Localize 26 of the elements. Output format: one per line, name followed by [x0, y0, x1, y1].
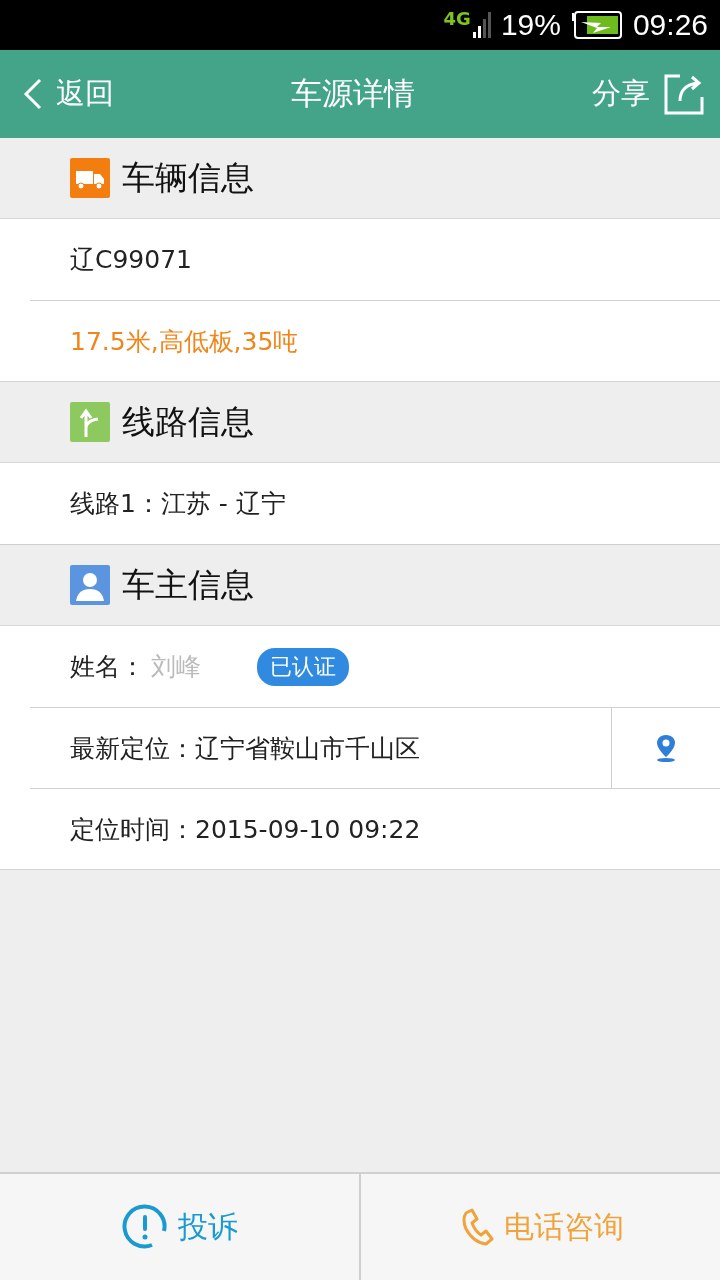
share-icon [664, 73, 704, 115]
exclamation-icon [121, 1204, 168, 1250]
truck-icon [70, 158, 110, 198]
info-text: 定位时间：2015-09-10 09:22 [70, 813, 421, 846]
clock: 09:26 [632, 8, 708, 42]
section-title: 车主信息 [122, 563, 254, 606]
route-icon [70, 402, 110, 442]
info-text: 线路1：江苏 - 辽宁 [70, 488, 286, 520]
share-button[interactable]: 分享 [592, 73, 704, 115]
signal-icon [472, 12, 491, 38]
name-label: 姓名： [70, 651, 145, 683]
info-text: 辽C99071 [70, 244, 192, 276]
page-title: 车源详情 [291, 74, 415, 113]
battery-icon [570, 11, 623, 39]
back-icon [22, 78, 42, 110]
section-title: 车辆信息 [122, 156, 254, 199]
network-label: 4G [443, 8, 471, 29]
verified-badge: 已认证 [257, 647, 349, 686]
info-text: 17.5米,高低板,35吨 [70, 325, 299, 358]
battery-percent: 19% [500, 8, 561, 42]
owner-name: 刘峰 [151, 651, 202, 683]
back-button[interactable]: 返回 [22, 74, 114, 114]
map-pin-icon [655, 733, 677, 763]
location-text: 最新定位：辽宁省鞍山市千山区 [70, 732, 421, 765]
section-title: 线路信息 [122, 400, 254, 443]
person-icon [70, 565, 110, 605]
